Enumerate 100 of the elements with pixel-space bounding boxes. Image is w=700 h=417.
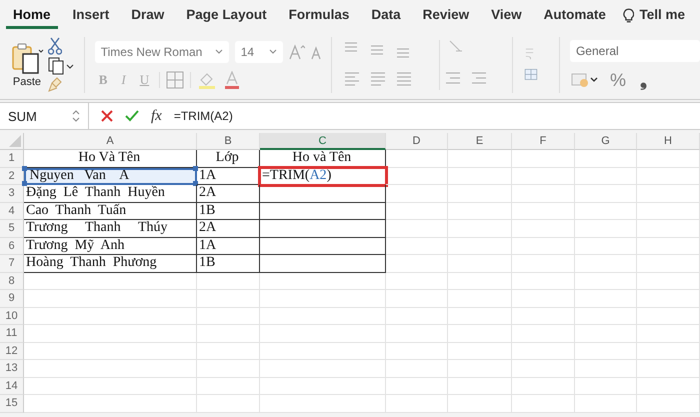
table-cell bbox=[512, 378, 575, 395]
editing-cell: =TRIM(A2) bbox=[260, 168, 386, 185]
table-cell bbox=[637, 378, 700, 395]
font-color-icon[interactable] bbox=[223, 71, 242, 89]
table-cell bbox=[197, 325, 260, 342]
ribbon-tab[interactable]: Insert bbox=[66, 2, 116, 28]
table-cell bbox=[637, 255, 700, 272]
row-header[interactable]: 15 bbox=[0, 395, 24, 412]
number-format-field[interactable]: General bbox=[570, 40, 700, 62]
table-cell bbox=[637, 220, 700, 238]
row-header[interactable]: 4 bbox=[0, 202, 24, 220]
table-cell bbox=[197, 272, 260, 290]
column-header[interactable]: E bbox=[448, 133, 512, 150]
table-cell bbox=[386, 290, 448, 308]
table-cell bbox=[448, 342, 512, 360]
table-cell bbox=[637, 150, 700, 168]
row-header[interactable]: 14 bbox=[0, 378, 24, 395]
table-cell bbox=[448, 325, 512, 342]
row-header[interactable]: 5 bbox=[0, 220, 24, 238]
row-header[interactable]: 6 bbox=[0, 238, 24, 255]
ribbon-tab[interactable]: Draw bbox=[124, 2, 172, 28]
table-cell bbox=[197, 378, 260, 395]
table-cell bbox=[512, 150, 575, 168]
table-cell bbox=[575, 202, 637, 220]
scissors-icon[interactable] bbox=[48, 37, 62, 55]
table-cell bbox=[448, 360, 512, 378]
table-cell bbox=[386, 378, 448, 395]
font-size-field[interactable]: 14 bbox=[234, 41, 283, 63]
table-cell bbox=[386, 342, 448, 360]
table-cell bbox=[386, 202, 448, 220]
increase-font-icon[interactable] bbox=[288, 44, 305, 60]
currency-icon[interactable] bbox=[570, 71, 600, 89]
row-header[interactable]: 10 bbox=[0, 308, 24, 325]
ribbon-tab[interactable]: Page Layout bbox=[179, 2, 274, 28]
table-cell bbox=[512, 238, 575, 255]
percent-button[interactable]: % bbox=[606, 70, 630, 90]
row-header[interactable]: 1 bbox=[0, 150, 24, 168]
row-header[interactable]: 9 bbox=[0, 290, 24, 308]
row-header[interactable]: 11 bbox=[0, 325, 24, 342]
copy-icon[interactable] bbox=[48, 57, 74, 75]
table-cell bbox=[575, 272, 637, 290]
insert-function-button[interactable]: fx bbox=[151, 108, 162, 124]
table-cell bbox=[386, 308, 448, 325]
table-cell bbox=[386, 238, 448, 255]
column-header[interactable]: G bbox=[575, 133, 637, 150]
row-header[interactable]: 3 bbox=[0, 185, 24, 202]
row-header[interactable]: 8 bbox=[0, 272, 24, 290]
table-cell bbox=[512, 325, 575, 342]
column-header[interactable]: B bbox=[197, 133, 260, 150]
table-cell bbox=[575, 325, 637, 342]
caret-icon bbox=[268, 49, 277, 55]
column-header[interactable]: A bbox=[24, 133, 197, 150]
table-cell bbox=[386, 185, 448, 202]
table-cell bbox=[575, 168, 637, 185]
cancel-icon[interactable] bbox=[101, 110, 113, 122]
table-cell bbox=[512, 202, 575, 220]
name-box[interactable]: SUM bbox=[0, 103, 89, 129]
table-cell bbox=[637, 308, 700, 325]
comma-style-button[interactable]: ❟ bbox=[636, 70, 651, 90]
ribbon-tab[interactable]: Automate bbox=[536, 2, 613, 28]
row-header[interactable]: 13 bbox=[0, 360, 24, 378]
row-header[interactable]: 12 bbox=[0, 342, 24, 360]
fill-color-icon[interactable] bbox=[197, 71, 218, 89]
select-all-icon[interactable] bbox=[9, 135, 21, 147]
table-cell bbox=[386, 325, 448, 342]
tell-me-button[interactable]: Tell me bbox=[632, 2, 692, 28]
table-cell: 2A bbox=[197, 185, 260, 202]
table-cell bbox=[512, 342, 575, 360]
row-header[interactable]: 7 bbox=[0, 255, 24, 272]
font-name-field[interactable]: Times New Roman bbox=[94, 41, 229, 63]
formula-field[interactable]: =TRIM(A2) bbox=[174, 109, 233, 123]
table-cell bbox=[637, 168, 700, 185]
table-cell bbox=[637, 202, 700, 220]
table-cell: 1A bbox=[197, 168, 260, 185]
table-cell bbox=[197, 290, 260, 308]
table-cell bbox=[197, 395, 260, 412]
table-cell bbox=[448, 238, 512, 255]
table-cell bbox=[575, 360, 637, 378]
table-cell: 1B bbox=[197, 202, 260, 220]
ribbon-tab[interactable]: Review bbox=[416, 2, 476, 28]
table-cell bbox=[575, 308, 637, 325]
checkmark-icon[interactable] bbox=[125, 110, 139, 122]
table-cell bbox=[448, 378, 512, 395]
column-header[interactable]: D bbox=[386, 133, 448, 150]
table-cell: Lớp bbox=[197, 150, 260, 168]
column-header[interactable]: H bbox=[637, 133, 700, 150]
table-cell bbox=[448, 290, 512, 308]
row-header[interactable]: 2 bbox=[0, 168, 24, 185]
borders-icon[interactable] bbox=[166, 71, 184, 89]
table-cell: Ho và Tên bbox=[260, 150, 386, 168]
column-header[interactable]: F bbox=[512, 133, 575, 150]
table-cell bbox=[637, 185, 700, 202]
ribbon-tab[interactable]: View bbox=[484, 2, 529, 28]
column-header[interactable]: C bbox=[260, 133, 386, 150]
ribbon-tab[interactable]: Data bbox=[364, 2, 408, 28]
table-cell bbox=[448, 395, 512, 412]
ribbon-tab[interactable]: Formulas bbox=[282, 2, 356, 28]
decrease-font-icon[interactable] bbox=[310, 44, 321, 60]
paste-button[interactable]: Paste bbox=[10, 42, 44, 88]
table-cell bbox=[575, 238, 637, 255]
